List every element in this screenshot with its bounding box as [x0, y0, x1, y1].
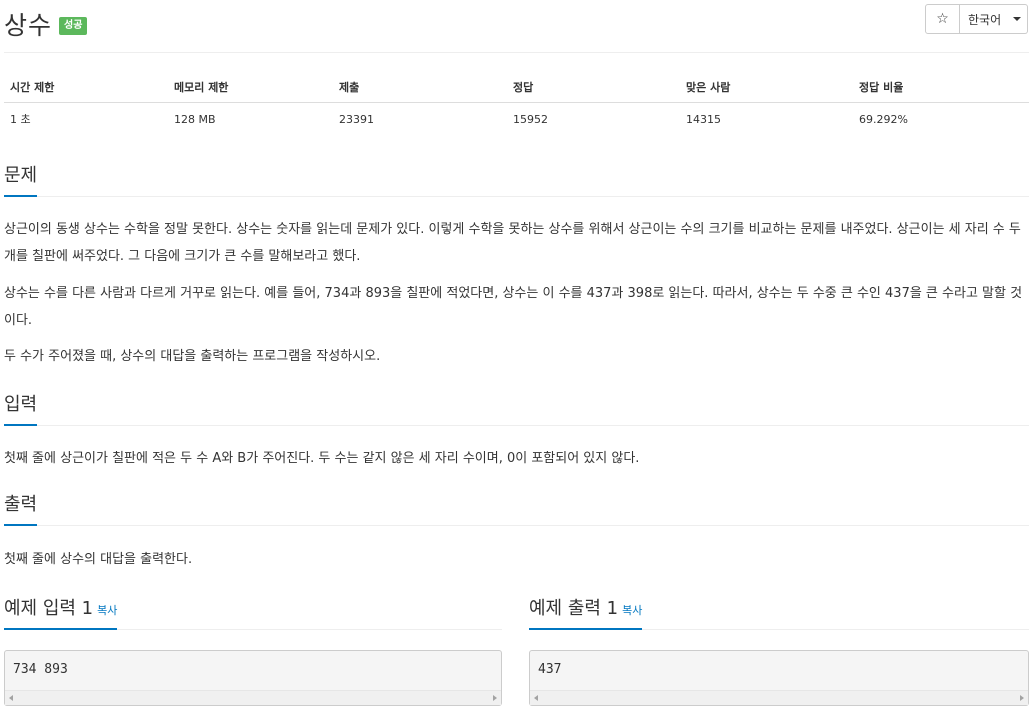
table-cell: 69.292%: [859, 112, 908, 126]
section-divider: [4, 525, 1029, 526]
copy-sample-input-button[interactable]: 복사: [97, 604, 117, 617]
output-section-header: 출력: [4, 490, 1029, 526]
problem-title-row: 상수 성공: [4, 4, 88, 44]
sample-input-heading: 예제 입력 1 복사: [4, 594, 118, 630]
sample-output-text: 437: [538, 662, 562, 677]
sample-input-text: 734 893: [13, 662, 68, 677]
problem-info-table: 시간 제한 메모리 제한 제출 정답 맞은 사람 정답 비율 1 초 128 M…: [4, 72, 1029, 135]
sample-output-title: 예제 출력 1: [529, 598, 619, 619]
sample-input-box[interactable]: 734 893: [4, 650, 502, 706]
section-divider: [4, 425, 1029, 426]
problem-paragraph: 두 수가 주어졌을 때, 상수의 대답을 출력하는 프로그램을 작성하시오.: [4, 349, 381, 364]
language-label: 한국어: [968, 12, 1002, 27]
problem-paragraph: 상수는 수를 다른 사람과 다르게 거꾸로 읽는다. 예를 들어, 734과 8…: [4, 286, 1023, 328]
output-description: 첫째 줄에 상수의 대답을 출력한다.: [4, 552, 193, 567]
column-header: 맞은 사람: [680, 72, 853, 103]
header-actions: ☆ 한국어: [925, 4, 1028, 34]
output-heading: 출력: [4, 490, 38, 526]
caret-down-icon: [1013, 17, 1021, 21]
problem-section-header: 문제: [4, 161, 1029, 197]
input-heading: 입력: [4, 390, 38, 426]
sample-output-box[interactable]: 437: [529, 650, 1029, 706]
table-header-row: 시간 제한 메모리 제한 제출 정답 맞은 사람 정답 비율: [4, 72, 1029, 103]
problem-paragraph: 상근이의 동생 상수는 수학을 정말 못한다. 상수는 숫자를 읽는데 문제가 …: [4, 222, 1021, 264]
table-row: 1 초 128 MB 23391 15952 14315 69.292%: [4, 103, 1029, 136]
horizontal-scrollbar[interactable]: [530, 690, 1028, 705]
section-divider: [4, 196, 1029, 197]
table-cell: 14315: [686, 112, 721, 126]
problem-heading: 문제: [4, 161, 38, 197]
table-cell: 23391: [339, 112, 374, 126]
column-header: 정답: [507, 72, 680, 103]
table-cell: 1 초: [10, 113, 31, 126]
sample-output-heading: 예제 출력 1 복사: [529, 594, 643, 630]
sample-input-title: 예제 입력 1: [4, 598, 94, 619]
table-cell: 15952: [513, 112, 548, 126]
table-cell: 128 MB: [174, 112, 216, 126]
column-header: 정답 비율: [853, 72, 1029, 103]
scroll-left-icon[interactable]: [534, 695, 538, 701]
header-divider: [4, 52, 1029, 53]
sample-output-header: 예제 출력 1 복사: [529, 594, 1029, 630]
page-title: 상수: [4, 11, 53, 40]
copy-sample-output-button[interactable]: 복사: [622, 604, 642, 617]
horizontal-scrollbar[interactable]: [5, 690, 501, 705]
result-badge: 성공: [59, 17, 88, 35]
column-header: 제출: [333, 72, 507, 103]
column-header: 시간 제한: [4, 72, 168, 103]
input-description: 첫째 줄에 상근이가 칠판에 적은 두 수 A와 B가 주어진다. 두 수는 같…: [4, 451, 640, 466]
sample-input-header: 예제 입력 1 복사: [4, 594, 502, 630]
column-header: 메모리 제한: [168, 72, 333, 103]
input-section-header: 입력: [4, 390, 1029, 426]
language-dropdown[interactable]: 한국어: [960, 4, 1028, 34]
scroll-left-icon[interactable]: [9, 695, 13, 701]
star-icon: ☆: [936, 11, 949, 27]
scroll-right-icon[interactable]: [493, 695, 497, 701]
scroll-right-icon[interactable]: [1020, 695, 1024, 701]
star-button[interactable]: ☆: [925, 4, 960, 34]
